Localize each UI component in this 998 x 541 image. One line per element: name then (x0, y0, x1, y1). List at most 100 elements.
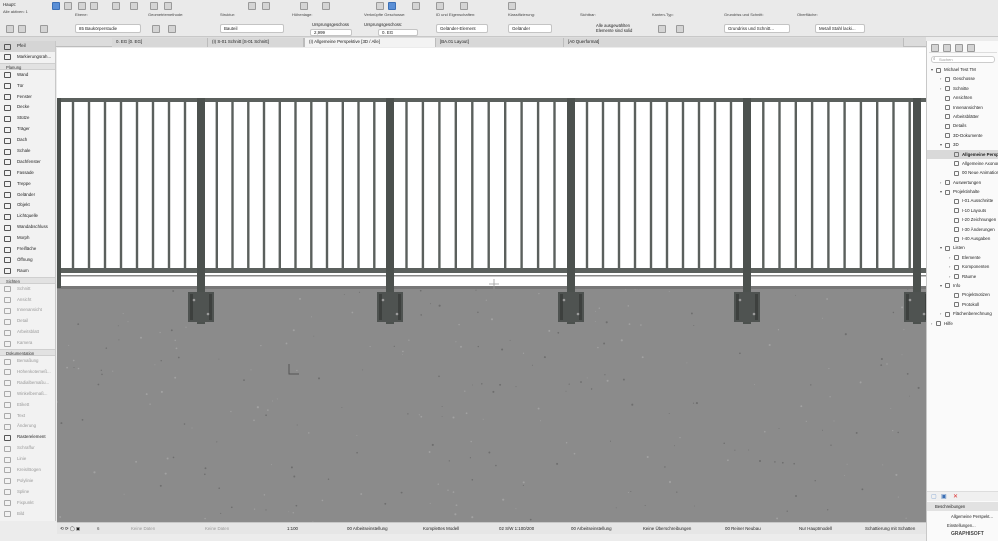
toolbox-section-header[interactable]: Sichten (0, 276, 55, 284)
classification-select[interactable]: Geländer (508, 24, 552, 33)
navigator-item[interactable]: I-40 Ausgaben (927, 234, 998, 243)
tool-item[interactable]: Öffnung (0, 255, 55, 266)
tool-item[interactable]: Pfeil (0, 41, 55, 52)
layer-combination-select-2[interactable]: 00 Arbeitseinstellung (571, 525, 612, 533)
tool-item[interactable]: Änderung (0, 421, 55, 432)
navigator-item[interactable]: › Flächenberechnung (927, 309, 998, 318)
publisher-sets-icon[interactable] (967, 44, 975, 52)
clone-view-icon[interactable]: ▣ (941, 493, 947, 500)
tool-item[interactable]: Morph (0, 233, 55, 244)
expand-closed-icon[interactable]: › (940, 74, 941, 83)
tab-3d-perspective[interactable]: (I) Allgemeine Perspektive [3D / Alle] (304, 38, 436, 47)
model-filter-select[interactable]: Nur Hauptmodell (799, 525, 832, 533)
expand-closed-icon[interactable]: › (949, 253, 950, 262)
toolbox-section-header[interactable]: Dokumentation (0, 349, 55, 357)
tool-item[interactable]: Treppe (0, 179, 55, 190)
teamwork-icon[interactable] (388, 2, 396, 10)
split-icon[interactable] (322, 2, 330, 10)
redo-icon[interactable] (64, 2, 72, 10)
tool-item[interactable]: Bemaßung (0, 356, 55, 367)
shading-select[interactable]: Schattierung mit Schatten (865, 525, 915, 533)
origin-story-select[interactable]: 0. EG (378, 29, 418, 36)
navigator-item[interactable]: › Hilfe (927, 319, 998, 328)
tool-item[interactable]: Text (0, 411, 55, 422)
navigator-item[interactable]: I-20 Zeichnungen (927, 215, 998, 224)
expand-closed-icon[interactable]: › (949, 262, 950, 271)
edge-type-icon[interactable] (658, 25, 666, 33)
tool-item[interactable]: Freifläche (0, 244, 55, 255)
snap-icon[interactable] (150, 2, 158, 10)
expand-open-icon[interactable]: ▾ (940, 187, 942, 196)
expand-open-icon[interactable]: ▾ (940, 243, 942, 252)
expand-open-icon[interactable]: ▾ (940, 281, 942, 290)
expand-closed-icon[interactable]: › (949, 272, 950, 281)
new-view-icon[interactable]: ▢ (931, 493, 937, 500)
tab-section-s01[interactable]: (I) S-01 Schnitt [S-01 Schnitt] (208, 38, 304, 47)
surface-select[interactable]: Metall Stahl lacki... (815, 24, 865, 33)
grid-snap-icon[interactable] (164, 2, 172, 10)
tool-item[interactable]: Winkelbemaß... (0, 389, 55, 400)
tool-item[interactable]: Geländer (0, 190, 55, 201)
3d-window-icon[interactable] (436, 2, 444, 10)
element-type-icon[interactable] (6, 25, 14, 33)
settings-button[interactable]: Einstellungen... (947, 522, 976, 530)
navigator-item[interactable]: Ansichten (927, 93, 998, 102)
tool-item[interactable]: Kreis/Bogen (0, 465, 55, 476)
layer-select[interactable]: 85 Baukörperstudie (75, 24, 141, 33)
suspend-groups-icon[interactable] (248, 2, 256, 10)
tool-item[interactable]: Objekt (0, 200, 55, 211)
navigator-item[interactable]: Allgemeine Perspektive (927, 149, 998, 159)
layout-book-icon[interactable] (955, 44, 963, 52)
floorplan-button[interactable]: Grundriss und Schnitt... (724, 24, 790, 33)
tool-item[interactable]: Dachfenster (0, 157, 55, 168)
tool-item[interactable]: Linie (0, 454, 55, 465)
navigator-item[interactable]: I-01 Ausschnitte (927, 196, 998, 205)
view-map-icon[interactable] (943, 44, 951, 52)
trim-icon[interactable] (300, 2, 308, 10)
tool-item[interactable]: Fixpunkt (0, 498, 55, 509)
tab-floorplan-eg[interactable]: 0. EG [0. EG] (112, 38, 208, 47)
descriptions-header[interactable]: Beschreibungen (927, 502, 998, 511)
navigator-item[interactable]: 3D-Dokumente (927, 131, 998, 140)
publish-icon[interactable] (508, 2, 516, 10)
model-view-select[interactable]: Komplettes Modell (423, 525, 459, 533)
tool-item[interactable]: Ansicht (0, 295, 55, 306)
tool-item[interactable]: Etikett (0, 400, 55, 411)
geometry-straight-icon[interactable] (152, 25, 160, 33)
favorite-star-icon[interactable] (376, 2, 384, 10)
tool-item[interactable]: Wandabschluss (0, 222, 55, 233)
tool-item[interactable]: Arbeitsblatt (0, 327, 55, 338)
navigator-item[interactable]: › Auswertungen (927, 178, 998, 187)
magic-wand-icon[interactable] (262, 2, 270, 10)
navigator-item[interactable]: › Geschosse (927, 74, 998, 83)
id-input[interactable]: Geländer-Element (436, 24, 488, 33)
expand-closed-icon[interactable]: › (940, 309, 941, 318)
navigator-item[interactable]: I-10 Layouts (927, 206, 998, 215)
navigator-item[interactable]: ▾ Michael Test TM (927, 65, 998, 74)
3d-viewport[interactable] (57, 48, 926, 522)
tool-item[interactable]: Höhenkotemeß... (0, 367, 55, 378)
tool-item[interactable]: Innenansicht (0, 305, 55, 316)
navigator-item[interactable]: ▾ Info (927, 281, 998, 290)
undo-icon[interactable] (52, 2, 60, 10)
tab-master-layout[interactable]: [A0 Querformat] (564, 38, 904, 47)
toolbox-section-header[interactable]: Planung (0, 62, 55, 70)
navigator-item[interactable]: Innenansichten (927, 103, 998, 112)
navigator-item[interactable]: › Räume (927, 272, 998, 281)
navigator-item[interactable]: › Komponenten (927, 262, 998, 271)
tool-item[interactable]: Dach (0, 135, 55, 146)
tool-item[interactable]: Markierungsrah... (0, 52, 55, 63)
tool-item[interactable]: Zeichnung (0, 519, 55, 521)
navigator-item[interactable]: › Schnitte (927, 84, 998, 93)
tool-item[interactable]: Polylinie (0, 476, 55, 487)
edge-solid-icon[interactable] (676, 25, 684, 33)
tool-item[interactable]: Tür (0, 81, 55, 92)
expand-open-icon[interactable]: ▾ (931, 65, 933, 74)
expand-closed-icon[interactable]: › (940, 84, 941, 93)
scale-select[interactable]: 1:100 (287, 525, 298, 533)
layers-icon[interactable] (412, 2, 420, 10)
navigator-item[interactable]: I-30 Änderungen (927, 225, 998, 234)
favorites-icon[interactable] (18, 25, 26, 33)
navigator-item[interactable]: Arbeitsblätter (927, 112, 998, 121)
tool-item[interactable]: Schale (0, 146, 55, 157)
